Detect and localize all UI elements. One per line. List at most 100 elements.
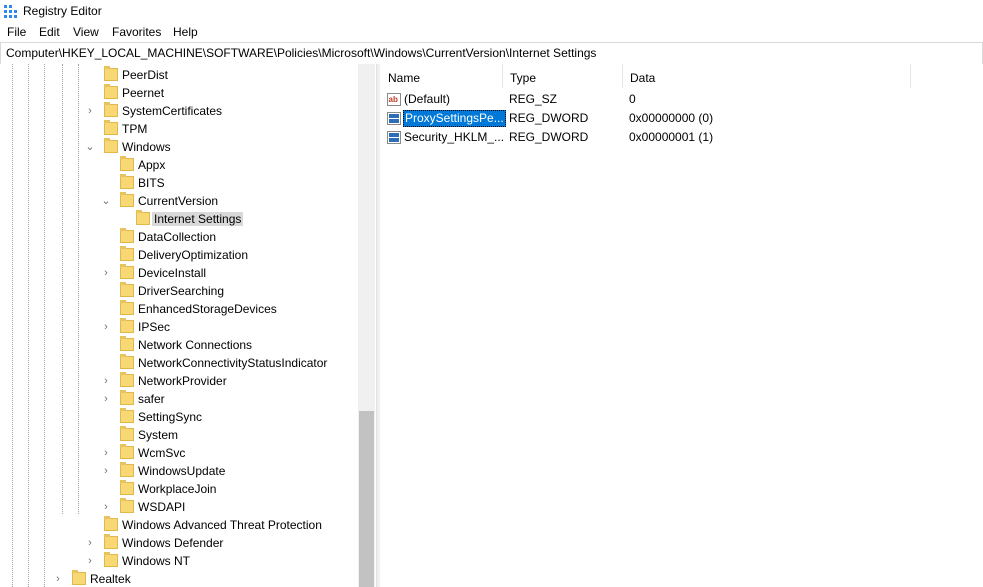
tree-node[interactable]: DeliveryOptimization [0, 246, 358, 264]
tree-node[interactable]: › NetworkProvider [0, 372, 358, 390]
tree-node[interactable]: System [0, 426, 358, 444]
chevron-down-icon[interactable]: ⌄ [100, 194, 112, 208]
tree-node[interactable]: ⌄ CurrentVersion [0, 192, 358, 210]
chevron-right-icon[interactable]: › [100, 374, 112, 388]
tree-node-label: SystemCertificates [122, 104, 223, 118]
column-header-type[interactable]: Type [502, 64, 622, 88]
tree-node[interactable]: TPM [0, 120, 358, 138]
tree-node-label: PeerDist [122, 68, 169, 82]
tree-node-label: Network Connections [138, 338, 253, 352]
key-tree-pane[interactable]: PeerDist Peernet › SystemCertificates TPM ⌄ Wi… [0, 64, 376, 587]
tree-node[interactable]: › DeviceInstall [0, 264, 358, 282]
tree-node-label: WcmSvc [138, 446, 186, 460]
folder-icon [120, 480, 134, 495]
folder-icon [120, 426, 134, 441]
column-header-name[interactable]: Name [380, 64, 502, 88]
column-header-type-label: Type [510, 71, 537, 85]
tree-node[interactable]: Internet Settings [0, 210, 358, 228]
tree-node[interactable]: › safer [0, 390, 358, 408]
menu-favorites[interactable]: Favorites [111, 25, 162, 39]
window-title: Registry Editor [23, 4, 102, 18]
registry-editor-icon [4, 5, 17, 18]
folder-icon [120, 498, 134, 513]
tree-node[interactable]: Network Connections [0, 336, 358, 354]
tree-node-label: CurrentVersion [138, 194, 219, 208]
tree-node[interactable]: Peernet [0, 84, 358, 102]
tree-node[interactable]: EnhancedStorageDevices [0, 300, 358, 318]
chevron-right-icon[interactable]: › [100, 320, 112, 334]
folder-icon [120, 354, 134, 369]
column-header-name-label: Name [388, 71, 421, 85]
tree-node-label: BITS [138, 176, 165, 190]
tree-node[interactable]: ⌄ Windows [0, 138, 358, 156]
chevron-right-icon[interactable]: › [52, 572, 64, 586]
value-row[interactable]: ab (Default) REG_SZ 0 [380, 90, 983, 109]
value-row[interactable]: Security_HKLM_... REG_DWORD 0x00000001 (1) [380, 128, 983, 147]
value-row[interactable]: ProxySettingsPe... REG_DWORD 0x00000000 (0… [380, 109, 983, 128]
binary-value-icon [387, 131, 401, 144]
menu-file[interactable]: File [6, 25, 27, 39]
tree-node[interactable]: › IPSec [0, 318, 358, 336]
folder-icon [120, 300, 134, 315]
tree-node[interactable]: › WSDAPI [0, 498, 358, 516]
folder-icon [120, 174, 134, 189]
tree-node[interactable]: › Windows NT [0, 552, 358, 570]
menu-bar: File Edit View Favorites Help [0, 23, 983, 42]
menu-edit[interactable]: Edit [38, 25, 61, 39]
tree-scrollbar-thumb[interactable] [359, 411, 374, 587]
tree-node[interactable]: BITS [0, 174, 358, 192]
chevron-right-icon[interactable]: › [84, 104, 96, 118]
chevron-right-icon[interactable]: › [100, 266, 112, 280]
binary-value-icon [387, 112, 401, 125]
column-header-data[interactable]: Data [622, 64, 910, 88]
folder-icon [120, 372, 134, 387]
value-name[interactable]: Security_HKLM_... [404, 130, 504, 145]
value-name[interactable]: (Default) [404, 92, 450, 107]
tree-node[interactable]: Windows Advanced Threat Protection [0, 516, 358, 534]
tree-node[interactable]: WorkplaceJoin [0, 480, 358, 498]
folder-icon [120, 264, 134, 279]
tree-node[interactable]: DriverSearching [0, 282, 358, 300]
tree-node-label: Windows Defender [122, 536, 224, 550]
tree-node-label: NetworkConnectivityStatusIndicator [138, 356, 328, 370]
chevron-down-icon[interactable]: ⌄ [84, 140, 96, 154]
tree-node[interactable]: Appx [0, 156, 358, 174]
folder-icon [136, 210, 150, 225]
tree-node[interactable]: › WcmSvc [0, 444, 358, 462]
folder-icon [104, 534, 118, 549]
chevron-right-icon[interactable]: › [100, 392, 112, 406]
chevron-right-icon[interactable]: › [100, 464, 112, 478]
folder-icon [104, 84, 118, 99]
values-pane[interactable]: Name Type Data ab (Default) REG_SZ 0 ProxySe… [380, 64, 983, 587]
column-divider[interactable] [910, 64, 911, 88]
tree-node-label: NetworkProvider [138, 374, 227, 388]
tree-scrollbar[interactable] [358, 64, 375, 587]
value-type: REG_SZ [509, 92, 558, 106]
tree-node[interactable]: › SystemCertificates [0, 102, 358, 120]
folder-icon [120, 228, 134, 243]
address-bar[interactable]: Computer\HKEY_LOCAL_MACHINE\SOFTWARE\Pol… [0, 42, 983, 65]
chevron-right-icon[interactable]: › [84, 536, 96, 550]
folder-icon [120, 390, 134, 405]
tree-node-label: WindowsUpdate [138, 464, 226, 478]
tree-node-label: safer [138, 392, 165, 406]
value-name[interactable]: ProxySettingsPe... [403, 110, 506, 127]
menu-help[interactable]: Help [172, 25, 199, 39]
chevron-right-icon[interactable]: › [100, 446, 112, 460]
tree-node[interactable]: › Windows Defender [0, 534, 358, 552]
tree-node-label: EnhancedStorageDevices [138, 302, 277, 316]
tree-node[interactable]: SettingSync [0, 408, 358, 426]
tree-node-label: Windows NT [122, 554, 191, 568]
tree-node[interactable]: DataCollection [0, 228, 358, 246]
chevron-right-icon[interactable]: › [84, 554, 96, 568]
tree-node[interactable]: › WindowsUpdate [0, 462, 358, 480]
menu-view[interactable]: View [72, 25, 100, 39]
tree-node-label: Realtek [90, 572, 131, 586]
tree-node-label: Windows Advanced Threat Protection [122, 518, 322, 532]
folder-icon [120, 192, 134, 207]
tree-node[interactable]: PeerDist [0, 66, 358, 84]
tree-node[interactable]: NetworkConnectivityStatusIndicator [0, 354, 358, 372]
tree-node[interactable]: › Realtek [0, 570, 358, 587]
chevron-right-icon[interactable]: › [100, 500, 112, 514]
tree-node-label: DriverSearching [138, 284, 225, 298]
